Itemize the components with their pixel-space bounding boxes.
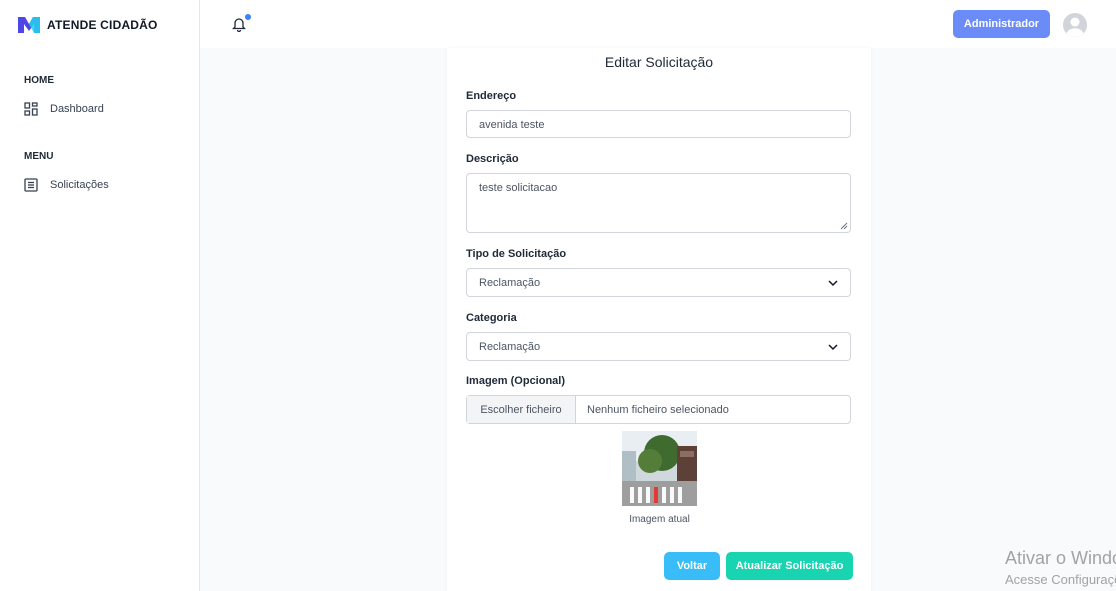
user-avatar-icon <box>1063 13 1087 37</box>
update-button[interactable]: Atualizar Solicitação <box>726 552 853 580</box>
imagem-label: Imagem (Opcional) <box>466 375 566 387</box>
sidebar-section-menu: MENU <box>24 151 54 162</box>
descricao-value: teste solicitacao <box>479 182 558 194</box>
descricao-label: Descrição <box>466 153 519 165</box>
tipo-value: Reclamação <box>479 277 541 289</box>
tipo-select[interactable]: Reclamação <box>466 268 851 297</box>
brand-name: ATENDE CIDADÃO <box>47 18 158 32</box>
sidebar-item-dashboard[interactable]: Dashboard <box>24 102 104 116</box>
activation-watermark-subtitle: Acesse Configurações <box>1005 572 1116 587</box>
back-button[interactable]: Voltar <box>664 552 720 580</box>
tipo-label: Tipo de Solicitação <box>466 248 567 260</box>
choose-file-button[interactable]: Escolher ficheiro <box>467 396 576 423</box>
imagem-file-input[interactable]: Escolher ficheiro Nenhum ficheiro seleci… <box>466 395 851 424</box>
current-image <box>622 431 697 506</box>
sidebar: ATENDE CIDADÃO HOME Dashboard MENU Solic… <box>0 0 200 591</box>
notification-dot <box>245 14 251 20</box>
sidebar-item-label: Solicitações <box>50 179 109 191</box>
dashboard-icon <box>24 102 38 116</box>
endereco-input[interactable]: avenida teste <box>466 110 851 138</box>
list-icon <box>24 178 38 192</box>
resize-handle-icon[interactable] <box>840 222 848 230</box>
avatar[interactable] <box>1063 13 1087 37</box>
admin-button[interactable]: Administrador <box>953 10 1050 38</box>
current-image-caption: Imagem atual <box>629 514 690 525</box>
chevron-down-icon <box>828 280 838 287</box>
categoria-label: Categoria <box>466 312 517 324</box>
sidebar-item-label: Dashboard <box>50 103 104 115</box>
chevron-down-icon <box>828 344 838 351</box>
categoria-value: Reclamação <box>479 341 541 353</box>
descricao-textarea[interactable]: teste solicitacao <box>466 173 851 233</box>
file-status: Nenhum ficheiro selecionado <box>587 404 729 416</box>
brand-logo-icon <box>18 17 40 33</box>
sidebar-item-solicitacoes[interactable]: Solicitações <box>24 178 109 192</box>
sidebar-section-home: HOME <box>24 75 54 86</box>
brand-logo[interactable]: ATENDE CIDADÃO <box>17 15 158 35</box>
endereco-value: avenida teste <box>479 119 545 131</box>
activation-watermark-title: Ativar o Windows <box>1005 548 1116 568</box>
page-title: Editar Solicitação <box>604 54 714 70</box>
bell-icon[interactable] <box>232 16 246 32</box>
categoria-select[interactable]: Reclamação <box>466 332 851 361</box>
endereco-label: Endereço <box>466 90 517 102</box>
